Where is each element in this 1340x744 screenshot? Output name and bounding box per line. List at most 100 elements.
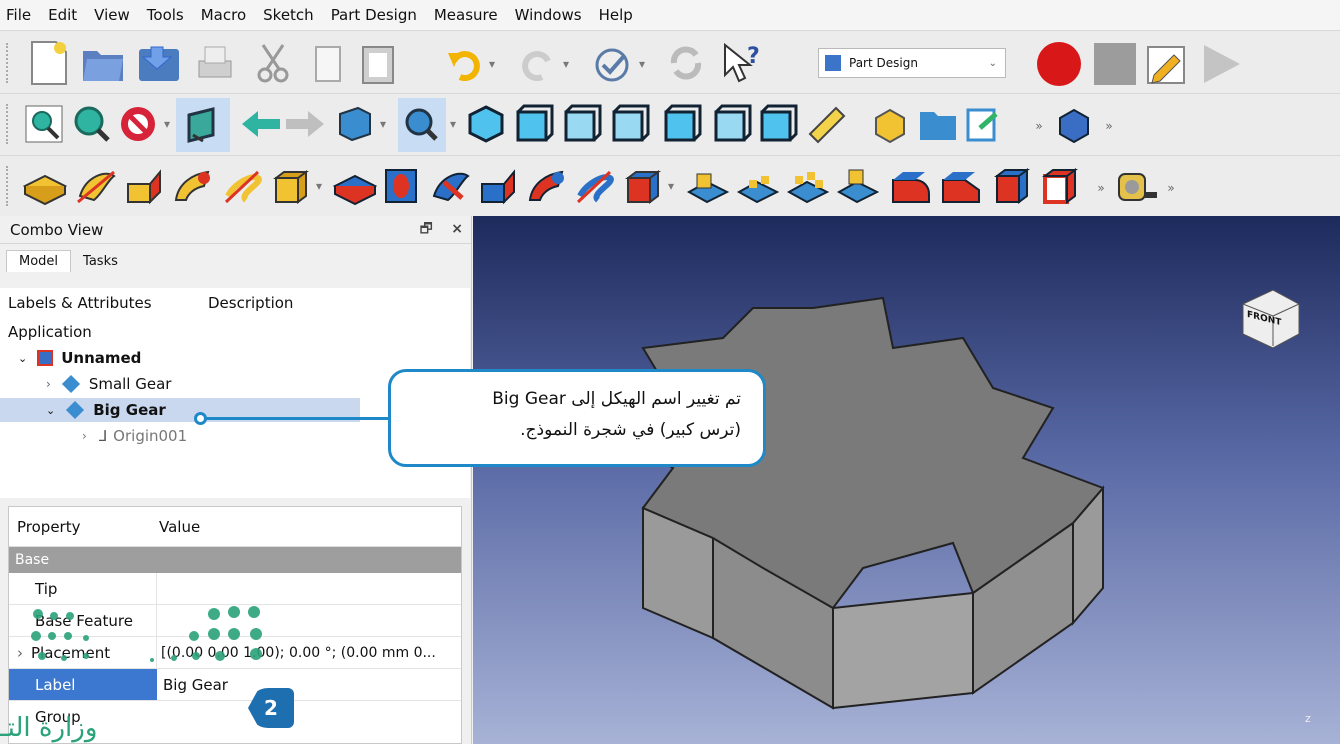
float-panel-icon[interactable]: 🗗: [420, 221, 433, 237]
subtractive-pipe-icon[interactable]: [522, 162, 570, 210]
undo-dropdown-icon[interactable]: ▾: [484, 49, 500, 79]
additive-pipe-icon[interactable]: [168, 162, 216, 210]
tree-header-labels[interactable]: Labels & Attributes: [8, 294, 208, 312]
pad-icon[interactable]: [20, 162, 68, 210]
mirrored-icon[interactable]: [684, 162, 732, 210]
bounding-box-icon[interactable]: [176, 98, 230, 152]
tree-item-small-gear[interactable]: › Small Gear: [46, 372, 171, 396]
back-arrow-icon[interactable]: [238, 100, 282, 148]
linear-pattern-icon[interactable]: [734, 162, 782, 210]
menu-sketch[interactable]: Sketch: [263, 6, 314, 24]
menu-windows[interactable]: Windows: [515, 6, 582, 24]
save-icon[interactable]: [136, 39, 182, 87]
workbench-selector[interactable]: Part Design ⌄: [818, 48, 1006, 78]
measure-distance-icon[interactable]: [804, 100, 848, 148]
additive-primitive-dropdown-icon[interactable]: ▾: [312, 174, 326, 198]
toolbar-grip[interactable]: [6, 166, 10, 206]
tab-model[interactable]: Model: [6, 250, 72, 272]
groove-icon[interactable]: [426, 162, 474, 210]
redo-dropdown-icon[interactable]: ▾: [558, 49, 574, 79]
tab-tasks[interactable]: Tasks: [71, 251, 130, 272]
create-part-icon[interactable]: [868, 100, 912, 148]
thickness-icon[interactable]: [1036, 162, 1084, 210]
new-document-icon[interactable]: [26, 39, 70, 87]
multitransform-icon[interactable]: [834, 162, 882, 210]
toolbar-grip[interactable]: [6, 43, 10, 83]
chevron-right-icon[interactable]: ›: [17, 644, 23, 662]
macro-edit-icon[interactable]: [1142, 39, 1192, 89]
gear-model[interactable]: [473, 216, 1340, 744]
left-view-icon[interactable]: [756, 100, 800, 148]
menu-macro[interactable]: Macro: [201, 6, 246, 24]
menu-measure[interactable]: Measure: [434, 6, 498, 24]
draw-style-icon[interactable]: [116, 100, 160, 148]
tree-item-unnamed[interactable]: ⌄ Unnamed: [18, 346, 141, 370]
polar-pattern-icon[interactable]: [784, 162, 832, 210]
create-link-icon[interactable]: [962, 100, 1006, 148]
part-body-icon[interactable]: [1052, 100, 1096, 148]
chevron-right-icon[interactable]: ›: [82, 429, 87, 443]
toolbar-grip[interactable]: [6, 104, 10, 144]
draw-style-dropdown-icon[interactable]: ▾: [160, 112, 174, 136]
additive-loft-icon[interactable]: [120, 162, 168, 210]
navigation-cube[interactable]: FRONT: [1233, 286, 1303, 349]
close-icon[interactable]: ×: [451, 221, 463, 237]
additive-helix-icon[interactable]: [218, 162, 266, 210]
toolbar-overflow-icon-4[interactable]: »: [1162, 178, 1180, 198]
recompute-icon[interactable]: [664, 39, 708, 87]
toolbar-overflow-icon-2[interactable]: »: [1100, 116, 1118, 136]
hole-icon[interactable]: [378, 162, 426, 210]
menu-file[interactable]: File: [6, 6, 31, 24]
tree-item-origin[interactable]: › ⅃ Origin001: [82, 424, 187, 448]
create-group-icon[interactable]: [916, 100, 960, 148]
front-view-icon[interactable]: [512, 100, 556, 148]
macro-stop-icon[interactable]: [1090, 39, 1140, 89]
cut-icon[interactable]: [250, 39, 296, 87]
property-group-base[interactable]: Base: [9, 547, 461, 573]
menu-tools[interactable]: Tools: [147, 6, 184, 24]
toolbar-overflow-icon-3[interactable]: »: [1092, 178, 1110, 198]
refresh-dropdown-icon[interactable]: ▾: [634, 49, 650, 79]
redo-icon[interactable]: [518, 39, 558, 87]
bottom-view-icon[interactable]: [710, 100, 754, 148]
fillet-icon[interactable]: [888, 162, 936, 210]
additive-primitive-icon[interactable]: [266, 162, 314, 210]
copy-icon[interactable]: [306, 39, 350, 87]
sync-view-dropdown-icon[interactable]: ▾: [446, 112, 460, 136]
forward-arrow-icon[interactable]: [284, 100, 328, 148]
subtractive-helix-icon[interactable]: [570, 162, 618, 210]
chevron-down-icon[interactable]: ⌄: [18, 352, 27, 365]
fit-all-icon[interactable]: [22, 100, 66, 148]
measure-tool-icon[interactable]: [1114, 162, 1162, 210]
tree-header-description[interactable]: Description: [208, 294, 293, 312]
menu-part-design[interactable]: Part Design: [331, 6, 417, 24]
subtractive-primitive-icon[interactable]: [618, 162, 666, 210]
menu-view[interactable]: View: [94, 6, 130, 24]
refresh-check-icon[interactable]: [592, 39, 632, 87]
menu-edit[interactable]: Edit: [48, 6, 77, 24]
paste-icon[interactable]: [356, 39, 400, 87]
macro-record-icon[interactable]: [1034, 39, 1084, 89]
top-view-icon[interactable]: [560, 100, 604, 148]
whats-this-icon[interactable]: ?: [718, 39, 766, 87]
property-header-value[interactable]: Value: [159, 518, 200, 536]
chevron-down-icon[interactable]: ⌄: [46, 404, 55, 417]
chamfer-icon[interactable]: [938, 162, 986, 210]
pocket-icon[interactable]: [330, 162, 378, 210]
draft-icon[interactable]: [988, 162, 1036, 210]
3d-viewport[interactable]: FRONT z: [473, 216, 1340, 744]
undo-icon[interactable]: [444, 39, 484, 87]
toolbar-overflow-icon[interactable]: »: [1030, 116, 1048, 136]
macro-execute-icon[interactable]: [1196, 39, 1246, 89]
sync-view-icon[interactable]: [398, 98, 446, 152]
open-folder-icon[interactable]: [80, 39, 126, 87]
property-row-tip[interactable]: Tip: [9, 573, 461, 605]
right-view-icon[interactable]: [608, 100, 652, 148]
property-header-name[interactable]: Property: [9, 518, 159, 536]
subtractive-loft-icon[interactable]: [474, 162, 522, 210]
fit-selection-icon[interactable]: [70, 100, 114, 148]
print-icon[interactable]: [192, 39, 238, 87]
isometric-view-icon[interactable]: [464, 100, 508, 148]
chevron-right-icon[interactable]: ›: [46, 377, 51, 391]
revolution-icon[interactable]: [72, 162, 120, 210]
